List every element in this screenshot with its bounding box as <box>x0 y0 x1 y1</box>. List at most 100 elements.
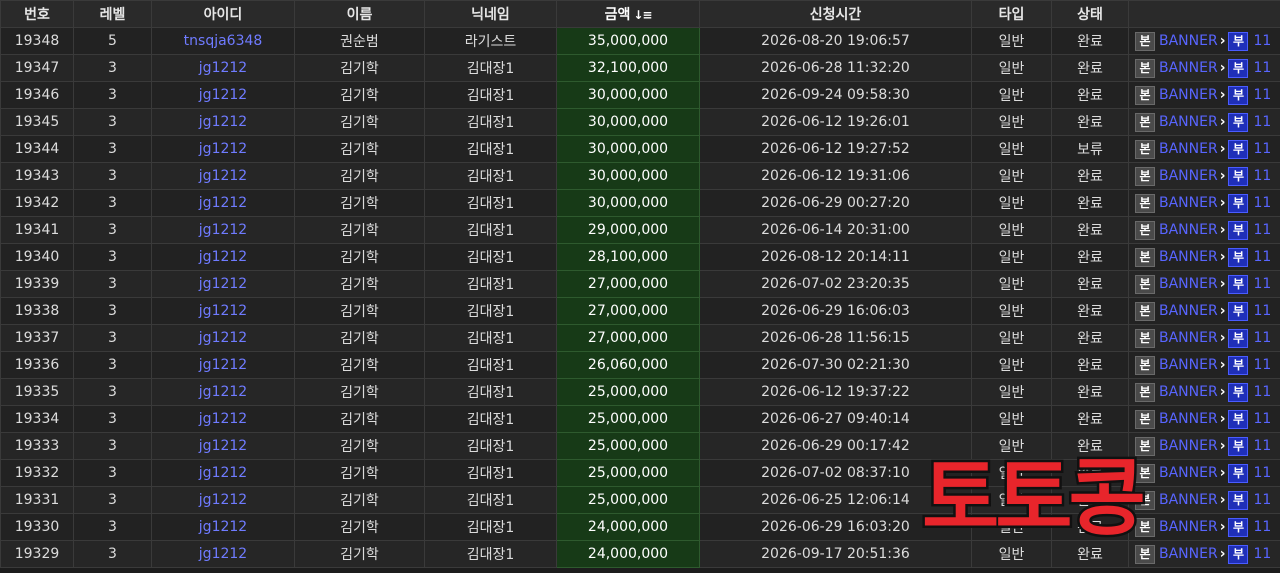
banner-link[interactable]: BANNER <box>1159 276 1218 292</box>
table-row[interactable]: 19340 3 jg1212 김기학 김대장1 28,100,000 2026-08-12 … <box>0 243 1280 271</box>
banner-link[interactable]: BANNER <box>1159 114 1218 130</box>
sub-account-badge[interactable]: 부 <box>1228 31 1249 51</box>
sub-account-badge[interactable]: 부 <box>1228 220 1249 240</box>
main-account-badge[interactable]: 본 <box>1135 436 1155 456</box>
count-link[interactable]: 11 <box>1253 141 1271 157</box>
main-account-badge[interactable]: 본 <box>1135 220 1155 240</box>
user-id-link[interactable]: jg1212 <box>199 519 247 535</box>
count-link[interactable]: 11 <box>1253 465 1271 481</box>
count-link[interactable]: 11 <box>1253 33 1271 49</box>
count-link[interactable]: 11 <box>1253 519 1271 535</box>
sub-account-badge[interactable]: 부 <box>1228 355 1249 375</box>
count-link[interactable]: 11 <box>1253 438 1271 454</box>
banner-link[interactable]: BANNER <box>1159 195 1218 211</box>
main-account-badge[interactable]: 본 <box>1135 85 1155 105</box>
table-row[interactable]: 19336 3 jg1212 김기학 김대장1 26,060,000 2026-07-30 … <box>0 351 1280 379</box>
table-row[interactable]: 19343 3 jg1212 김기학 김대장1 30,000,000 2026-06-12 … <box>0 162 1280 190</box>
main-account-badge[interactable]: 본 <box>1135 409 1155 429</box>
sub-account-badge[interactable]: 부 <box>1228 463 1249 483</box>
table-row[interactable]: 19334 3 jg1212 김기학 김대장1 25,000,000 2026-06-27 … <box>0 405 1280 433</box>
sub-account-badge[interactable]: 부 <box>1228 517 1249 537</box>
user-id-link[interactable]: tnsqja6348 <box>184 33 263 49</box>
user-id-link[interactable]: jg1212 <box>199 276 247 292</box>
banner-link[interactable]: BANNER <box>1159 384 1218 400</box>
main-account-badge[interactable]: 본 <box>1135 274 1155 294</box>
header-name[interactable]: 이름 <box>294 0 425 28</box>
header-request-time[interactable]: 신청시간 <box>699 0 972 28</box>
sort-desc-icon[interactable]: ↓≡ <box>633 8 652 22</box>
banner-link[interactable]: BANNER <box>1159 87 1218 103</box>
main-account-badge[interactable]: 본 <box>1135 139 1155 159</box>
banner-link[interactable]: BANNER <box>1159 60 1218 76</box>
main-account-badge[interactable]: 본 <box>1135 31 1155 51</box>
header-amount[interactable]: 금액 ↓≡ <box>556 0 700 28</box>
user-id-link[interactable]: jg1212 <box>199 546 247 562</box>
table-row[interactable]: 19332 3 jg1212 김기학 김대장1 25,000,000 2026-07-02 … <box>0 459 1280 487</box>
user-id-link[interactable]: jg1212 <box>199 249 247 265</box>
main-account-badge[interactable]: 본 <box>1135 247 1155 267</box>
header-status[interactable]: 상태 <box>1051 0 1129 28</box>
user-id-link[interactable]: jg1212 <box>199 60 247 76</box>
header-nickname[interactable]: 닉네임 <box>424 0 557 28</box>
table-row[interactable]: 19341 3 jg1212 김기학 김대장1 29,000,000 2026-06-14 … <box>0 216 1280 244</box>
main-account-badge[interactable]: 본 <box>1135 382 1155 402</box>
table-row[interactable]: 19337 3 jg1212 김기학 김대장1 27,000,000 2026-06-28 … <box>0 324 1280 352</box>
table-row[interactable]: 19345 3 jg1212 김기학 김대장1 30,000,000 2026-06-12 … <box>0 108 1280 136</box>
main-account-badge[interactable]: 본 <box>1135 112 1155 132</box>
sub-account-badge[interactable]: 부 <box>1228 166 1249 186</box>
sub-account-badge[interactable]: 부 <box>1228 409 1249 429</box>
main-account-badge[interactable]: 본 <box>1135 463 1155 483</box>
count-link[interactable]: 11 <box>1253 222 1271 238</box>
sub-account-badge[interactable]: 부 <box>1228 112 1249 132</box>
banner-link[interactable]: BANNER <box>1159 411 1218 427</box>
table-row[interactable]: 19347 3 jg1212 김기학 김대장1 32,100,000 2026-06-28 … <box>0 54 1280 82</box>
banner-link[interactable]: BANNER <box>1159 492 1218 508</box>
table-row[interactable]: 19338 3 jg1212 김기학 김대장1 27,000,000 2026-06-29 … <box>0 297 1280 325</box>
sub-account-badge[interactable]: 부 <box>1228 301 1249 321</box>
banner-link[interactable]: BANNER <box>1159 168 1218 184</box>
sub-account-badge[interactable]: 부 <box>1228 58 1249 78</box>
user-id-link[interactable]: jg1212 <box>199 411 247 427</box>
header-no[interactable]: 번호 <box>0 0 74 28</box>
table-row[interactable]: 19329 3 jg1212 김기학 김대장1 24,000,000 2026-09-17 … <box>0 540 1280 568</box>
header-id[interactable]: 아이디 <box>151 0 295 28</box>
banner-link[interactable]: BANNER <box>1159 303 1218 319</box>
user-id-link[interactable]: jg1212 <box>199 141 247 157</box>
sub-account-badge[interactable]: 부 <box>1228 247 1249 267</box>
count-link[interactable]: 11 <box>1253 303 1271 319</box>
main-account-badge[interactable]: 본 <box>1135 355 1155 375</box>
user-id-link[interactable]: jg1212 <box>199 87 247 103</box>
count-link[interactable]: 11 <box>1253 546 1271 562</box>
banner-link[interactable]: BANNER <box>1159 465 1218 481</box>
user-id-link[interactable]: jg1212 <box>199 492 247 508</box>
table-row[interactable]: 19335 3 jg1212 김기학 김대장1 25,000,000 2026-06-12 … <box>0 378 1280 406</box>
user-id-link[interactable]: jg1212 <box>199 195 247 211</box>
banner-link[interactable]: BANNER <box>1159 438 1218 454</box>
table-row[interactable]: 19348 5 tnsqja6348 권순범 라기스트 35,000,000 2026-08… <box>0 27 1280 55</box>
banner-link[interactable]: BANNER <box>1159 546 1218 562</box>
header-type[interactable]: 타입 <box>971 0 1052 28</box>
table-row[interactable]: 19331 3 jg1212 김기학 김대장1 25,000,000 2026-06-25 … <box>0 486 1280 514</box>
main-account-badge[interactable]: 본 <box>1135 193 1155 213</box>
main-account-badge[interactable]: 본 <box>1135 490 1155 510</box>
main-account-badge[interactable]: 본 <box>1135 301 1155 321</box>
user-id-link[interactable]: jg1212 <box>199 168 247 184</box>
banner-link[interactable]: BANNER <box>1159 141 1218 157</box>
banner-link[interactable]: BANNER <box>1159 357 1218 373</box>
user-id-link[interactable]: jg1212 <box>199 114 247 130</box>
table-row[interactable]: 19339 3 jg1212 김기학 김대장1 27,000,000 2026-07-02 … <box>0 270 1280 298</box>
sub-account-badge[interactable]: 부 <box>1228 139 1249 159</box>
main-account-badge[interactable]: 본 <box>1135 544 1155 564</box>
user-id-link[interactable]: jg1212 <box>199 222 247 238</box>
sub-account-badge[interactable]: 부 <box>1228 85 1249 105</box>
main-account-badge[interactable]: 본 <box>1135 328 1155 348</box>
table-row[interactable]: 19344 3 jg1212 김기학 김대장1 30,000,000 2026-06-12 … <box>0 135 1280 163</box>
count-link[interactable]: 11 <box>1253 357 1271 373</box>
count-link[interactable]: 11 <box>1253 114 1271 130</box>
banner-link[interactable]: BANNER <box>1159 222 1218 238</box>
main-account-badge[interactable]: 본 <box>1135 517 1155 537</box>
count-link[interactable]: 11 <box>1253 168 1271 184</box>
main-account-badge[interactable]: 본 <box>1135 166 1155 186</box>
header-level[interactable]: 레벨 <box>73 0 152 28</box>
main-account-badge[interactable]: 본 <box>1135 58 1155 78</box>
